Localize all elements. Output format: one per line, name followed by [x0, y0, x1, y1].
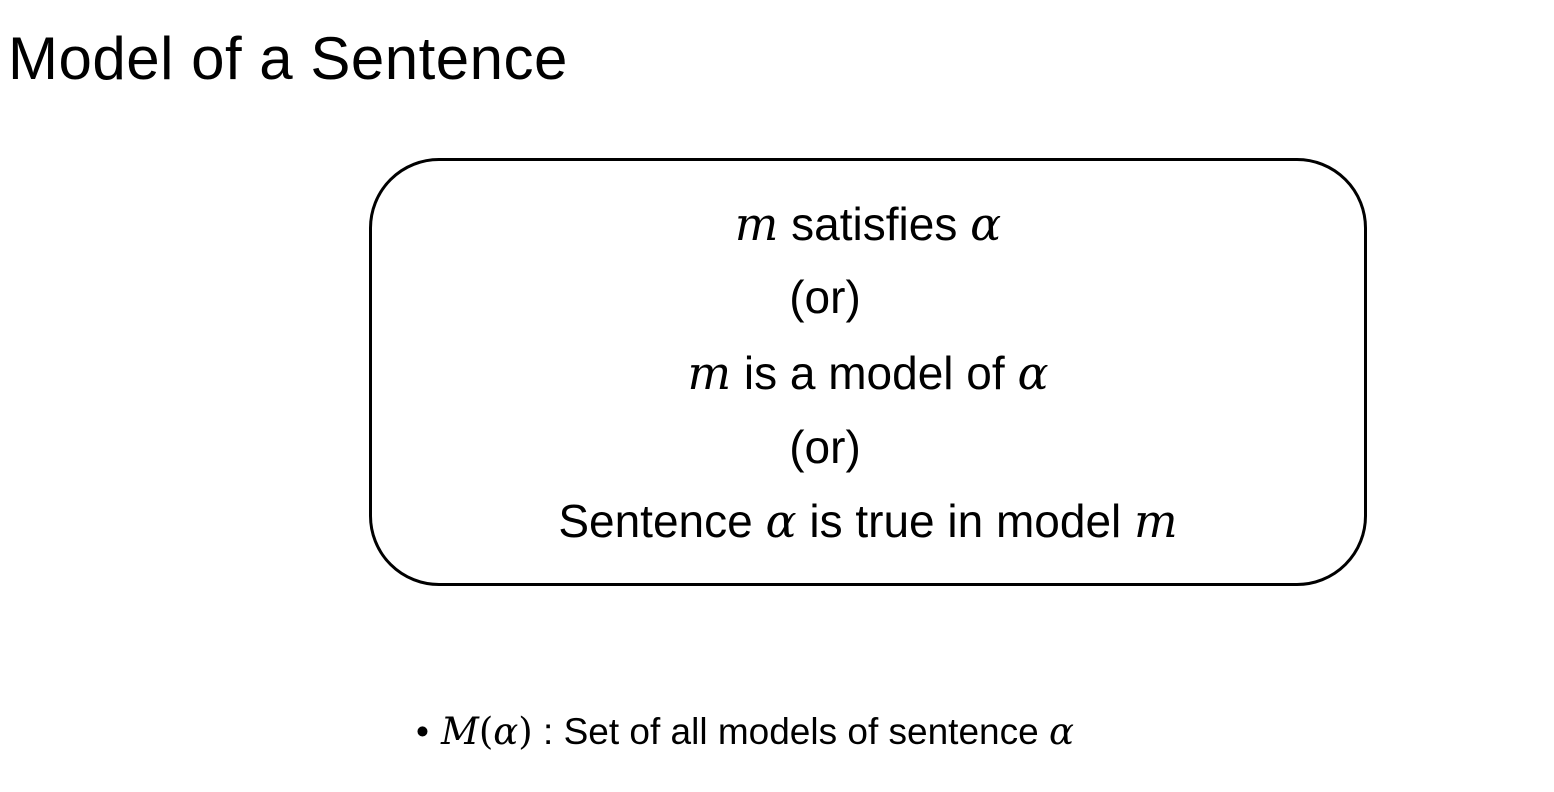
math-var-alpha: α	[493, 710, 519, 753]
definition-text: is a model of	[731, 347, 1018, 399]
math-var-alpha: α	[765, 494, 797, 548]
definition-text: Sentence	[558, 495, 766, 547]
math-func-M: M	[440, 710, 479, 753]
math-var-m: m	[687, 346, 732, 400]
definition-line-true-in-model: Sentence α is true in model m	[372, 498, 1364, 544]
math-var-alpha: α	[1017, 346, 1049, 400]
math-paren-close: )	[518, 710, 533, 753]
bullet-item: • M(α) : Set of all models of sentence α	[416, 710, 1074, 753]
definition-line-or-1: (or)	[789, 271, 861, 323]
math-paren-open: (	[478, 710, 494, 753]
definition-line-model-of: m is a model of α	[372, 350, 1364, 396]
definition-text: is true in model	[796, 495, 1135, 547]
math-var-m: m	[734, 197, 779, 251]
math-var-alpha: α	[970, 197, 1002, 251]
math-var-m: m	[1134, 494, 1178, 548]
definition-line-satisfies: m satisfies α	[372, 201, 1364, 247]
definition-text: satisfies	[778, 198, 971, 250]
math-var-alpha: α	[1048, 710, 1074, 753]
definition-line-or-2: (or)	[789, 421, 861, 473]
bullet-marker: •	[416, 711, 429, 752]
bullet-text: : Set of all models of sentence	[532, 711, 1049, 752]
definition-box: m satisfies α (or) m is a model of α (or…	[369, 158, 1367, 586]
slide-title: Model of a Sentence	[8, 25, 568, 92]
